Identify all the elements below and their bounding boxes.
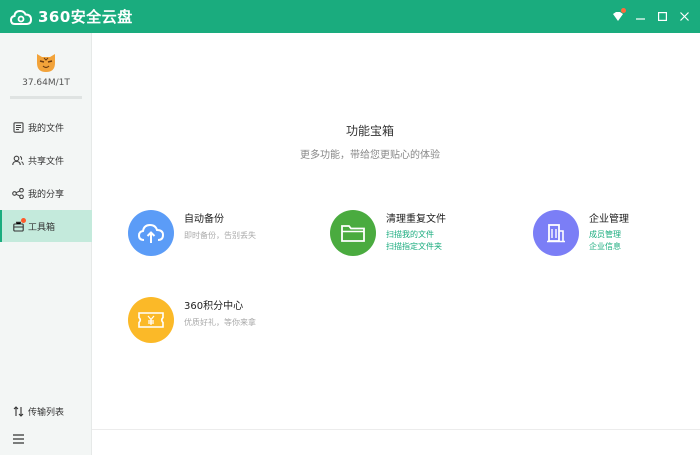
card-title: 360积分中心	[184, 301, 244, 312]
sidebar-item-label: 传输列表	[28, 407, 65, 418]
users-icon	[12, 154, 24, 166]
points-icon-circle	[128, 297, 174, 343]
sidebar-item-my-shares[interactable]: 我的分享	[0, 177, 92, 209]
card-title: 清理重复文件	[386, 214, 446, 225]
card-title: 自动备份	[184, 214, 224, 225]
enterprise-icon-circle	[533, 210, 579, 256]
member-management-link[interactable]: 成员管理	[589, 229, 629, 241]
coupon-icon	[138, 312, 164, 328]
sidebar-item-label: 我的分享	[28, 189, 65, 200]
sidebar-item-label: 工具箱	[28, 222, 56, 233]
building-icon	[547, 224, 565, 243]
menu-button[interactable]	[0, 423, 92, 455]
card-points-center[interactable]: 360积分中心 优质好礼，等你来拿	[128, 297, 256, 343]
sidebar: 37.64M/1T 我的文件 共享文件 我的分享 工具箱 传输列表	[0, 33, 92, 455]
enterprise-info-link[interactable]: 企业信息	[589, 241, 629, 253]
storage-bar	[10, 96, 82, 99]
transfer-icon	[12, 405, 24, 417]
card-description: 优质好礼，等你来拿	[184, 318, 256, 327]
skin-button[interactable]	[610, 7, 626, 25]
app-title: 360安全云盘	[38, 8, 133, 26]
sidebar-item-shared-files[interactable]: 共享文件	[0, 144, 92, 176]
sidebar-item-label: 共享文件	[28, 156, 65, 167]
avatar[interactable]	[34, 51, 58, 73]
app-logo: 360安全云盘	[10, 6, 133, 27]
scan-my-files-link[interactable]: 扫描我的文件	[386, 229, 446, 241]
cloud-upload-icon	[137, 223, 165, 243]
maximize-icon	[657, 11, 667, 21]
page-title: 功能宝箱	[345, 124, 394, 138]
clean-icon-circle	[330, 210, 376, 256]
maximize-button[interactable]	[654, 7, 670, 25]
storage-quota: 37.64M/1T	[22, 78, 70, 88]
share-icon	[12, 187, 24, 199]
card-enterprise-management[interactable]: 企业管理 成员管理 企业信息	[533, 210, 629, 256]
minimize-icon	[635, 17, 645, 20]
scan-folder-link[interactable]: 扫描指定文件夹	[386, 241, 446, 253]
shirt-icon	[613, 11, 623, 21]
title-bar: 360安全云盘	[0, 0, 700, 33]
backup-icon-circle	[128, 210, 174, 256]
sidebar-item-label: 我的文件	[28, 123, 65, 134]
card-clean-duplicates[interactable]: 清理重复文件 扫描我的文件 扫描指定文件夹	[330, 210, 446, 256]
minimize-button[interactable]	[632, 7, 648, 25]
close-icon	[679, 11, 689, 21]
toolbox-icon	[12, 218, 26, 232]
page-subtitle: 更多功能，带给您更贴心的体验	[300, 150, 440, 161]
hamburger-menu-icon	[12, 433, 24, 445]
notification-dot	[621, 8, 626, 13]
document-icon	[12, 121, 24, 133]
close-button[interactable]	[676, 7, 692, 25]
sidebar-item-my-files[interactable]: 我的文件	[0, 111, 92, 143]
card-auto-backup[interactable]: 自动备份 即时备份，告别丢失	[128, 210, 256, 256]
notification-dot	[21, 218, 26, 223]
folder-icon	[341, 225, 365, 242]
main-content: 功能宝箱 更多功能，带给您更贴心的体验 自动备份 即时备份，告别丢失 清理重复文…	[92, 33, 700, 455]
divider	[92, 429, 700, 430]
cloud-logo-icon	[10, 9, 32, 25]
card-description: 即时备份，告别丢失	[184, 231, 256, 240]
sidebar-item-toolbox[interactable]: 工具箱	[0, 210, 92, 242]
card-title: 企业管理	[589, 214, 629, 225]
